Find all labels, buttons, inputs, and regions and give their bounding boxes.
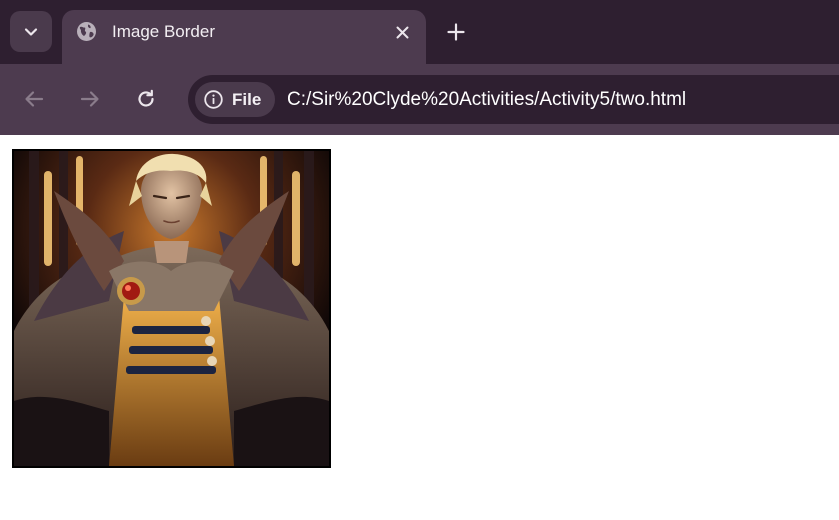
tab-strip: Image Border (0, 0, 839, 64)
plus-icon (447, 23, 465, 41)
page-viewport (0, 135, 839, 520)
chevron-down-icon (24, 27, 38, 36)
forward-button[interactable] (77, 86, 103, 112)
new-tab-button[interactable] (444, 20, 468, 44)
address-bar[interactable]: File C:/Sir%20Clyde%20Activities/Activit… (188, 75, 839, 124)
close-icon (396, 26, 408, 38)
back-button[interactable] (21, 86, 47, 112)
globe-icon (77, 22, 96, 41)
reload-button[interactable] (133, 86, 159, 112)
bordered-portrait-image (12, 149, 331, 468)
tab-title: Image Border (112, 22, 215, 41)
info-icon (204, 90, 223, 109)
browser-toolbar: File C:/Sir%20Clyde%20Activities/Activit… (0, 64, 839, 135)
arrow-right-icon (80, 91, 99, 107)
tab-image-border[interactable]: Image Border (62, 10, 426, 64)
tab-search-button[interactable] (10, 11, 52, 52)
arrow-left-icon (25, 91, 44, 107)
reload-icon (138, 89, 154, 107)
site-info-chip[interactable]: File (195, 82, 275, 117)
tab-close-button[interactable] (392, 22, 412, 42)
url-text[interactable]: C:/Sir%20Clyde%20Activities/Activity5/tw… (287, 89, 686, 111)
portrait-artwork (14, 151, 329, 466)
site-chip-label: File (232, 90, 262, 109)
